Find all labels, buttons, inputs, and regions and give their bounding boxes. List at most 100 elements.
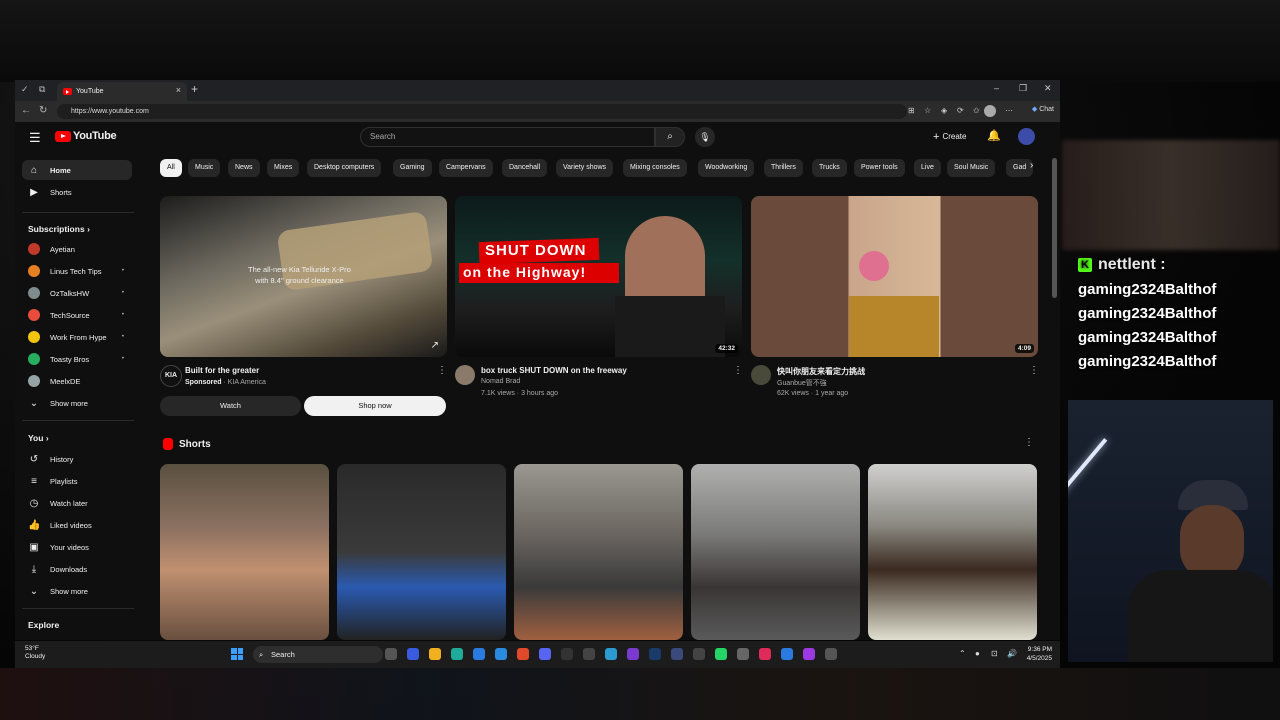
chip[interactable]: News bbox=[228, 159, 260, 177]
app-icon[interactable] bbox=[627, 648, 639, 660]
more-options-icon[interactable]: ⋮ bbox=[437, 365, 447, 376]
chip[interactable]: Mixes bbox=[267, 159, 300, 177]
collections-icon[interactable]: ✩ bbox=[973, 106, 980, 115]
sidebar-item-subscription[interactable]: Work From Hype • bbox=[22, 327, 132, 347]
sidebar-item-subscription[interactable]: MeelxDE bbox=[22, 371, 132, 391]
weather-widget[interactable]: 53°F Cloudy bbox=[25, 645, 45, 661]
extension-icon[interactable]: ◈ bbox=[941, 106, 947, 115]
kia-logo[interactable]: KIA bbox=[160, 365, 182, 387]
store-icon[interactable] bbox=[473, 648, 485, 660]
steam-icon[interactable] bbox=[649, 648, 661, 660]
chip[interactable]: Mixing consoles bbox=[623, 159, 687, 177]
obs-icon[interactable] bbox=[561, 648, 573, 660]
sidebar-item-subscription[interactable]: Linus Tech Tips • bbox=[22, 261, 132, 281]
app-icon[interactable] bbox=[605, 648, 617, 660]
close-window-icon[interactable]: ✕ bbox=[1044, 83, 1052, 94]
watch-button[interactable]: Watch bbox=[160, 396, 301, 416]
sidebar-item-liked-videos[interactable]: 👍 Liked videos bbox=[22, 515, 132, 535]
more-menu-icon[interactable]: ⋯ bbox=[1005, 106, 1013, 115]
profile-icon[interactable] bbox=[984, 105, 996, 117]
app-icon[interactable] bbox=[781, 648, 793, 660]
video-thumbnail[interactable]: 4:09 bbox=[751, 196, 1038, 357]
short-thumbnail[interactable] bbox=[160, 464, 329, 640]
account-avatar[interactable] bbox=[1018, 128, 1035, 145]
short-thumbnail[interactable] bbox=[337, 464, 506, 640]
more-options-icon[interactable]: ⋮ bbox=[1024, 437, 1034, 448]
shop-now-button[interactable]: Shop now bbox=[304, 396, 446, 416]
more-options-icon[interactable]: ⋮ bbox=[1029, 365, 1039, 376]
chip[interactable]: Variety shows bbox=[556, 159, 614, 177]
sidebar-item-downloads[interactable]: ⤓ Downloads bbox=[22, 559, 132, 579]
refresh-icon[interactable]: ↻ bbox=[39, 105, 47, 116]
create-button[interactable]: + Create bbox=[927, 128, 972, 146]
chip[interactable]: Desktop computers bbox=[307, 159, 382, 177]
chevron-right-icon[interactable]: › bbox=[1030, 160, 1033, 171]
app-icon[interactable] bbox=[693, 648, 705, 660]
subscriptions-heading[interactable]: Subscriptions › bbox=[28, 224, 90, 234]
checkmark-icon[interactable]: ✓ bbox=[21, 84, 29, 95]
tab-actions-icon[interactable]: ⧉ bbox=[39, 84, 45, 95]
chip-all[interactable]: All bbox=[160, 159, 182, 177]
app-icon[interactable]: ⊞ bbox=[908, 106, 915, 115]
notifications-bell-icon[interactable]: 🔔 bbox=[987, 129, 1001, 142]
taskbar-search[interactable]: ⌕ Search bbox=[253, 646, 383, 663]
chip[interactable]: Gaming bbox=[393, 159, 432, 177]
copilot-icon[interactable]: ⟳ bbox=[957, 106, 964, 115]
sidebar-show-more-you[interactable]: ⌄ Show more bbox=[22, 581, 132, 601]
channel-avatar[interactable] bbox=[455, 365, 475, 385]
chip[interactable]: Music bbox=[188, 159, 221, 177]
app-icon[interactable] bbox=[737, 648, 749, 660]
sidebar-item-subscription[interactable]: TechSource • bbox=[22, 305, 132, 325]
search-input[interactable]: Search bbox=[360, 127, 655, 147]
voice-search-button[interactable]: 🎙 bbox=[695, 127, 715, 147]
chrome-icon[interactable] bbox=[517, 648, 529, 660]
scrollbar-thumb[interactable] bbox=[1052, 158, 1057, 298]
tray-app-icon[interactable]: ● bbox=[975, 649, 980, 658]
video-title[interactable]: box truck SHUT DOWN on the freeway bbox=[481, 366, 627, 375]
short-thumbnail[interactable] bbox=[868, 464, 1037, 640]
discord-icon[interactable] bbox=[539, 648, 551, 660]
windows-start-icon[interactable] bbox=[231, 648, 243, 660]
video-title[interactable]: 快叫你朋友来看定力挑战 bbox=[777, 366, 865, 377]
chip[interactable]: Trucks bbox=[812, 159, 847, 177]
menu-icon[interactable]: ☰ bbox=[29, 130, 41, 146]
favorite-star-icon[interactable]: ☆ bbox=[924, 106, 931, 115]
ad-title[interactable]: Built for the greater bbox=[185, 366, 259, 375]
channel-avatar[interactable] bbox=[751, 365, 771, 385]
chat-button[interactable]: ◆ Chat bbox=[1032, 105, 1054, 113]
page-scrollbar[interactable] bbox=[1051, 156, 1058, 640]
restore-icon[interactable]: ❐ bbox=[1019, 83, 1027, 94]
sidebar-item-subscription[interactable]: Ayetian bbox=[22, 239, 132, 259]
short-thumbnail[interactable] bbox=[691, 464, 860, 640]
you-heading[interactable]: You › bbox=[28, 433, 49, 443]
new-tab-icon[interactable]: + bbox=[191, 82, 198, 96]
close-tab-icon[interactable]: × bbox=[176, 85, 181, 95]
chevron-up-icon[interactable]: ⌃ bbox=[959, 649, 966, 658]
tab-youtube[interactable]: YouTube × bbox=[57, 82, 187, 101]
sidebar-item-your-videos[interactable]: ▣ Your videos bbox=[22, 537, 132, 557]
volume-icon[interactable]: 🔊 bbox=[1007, 649, 1017, 658]
whatsapp-icon[interactable] bbox=[715, 648, 727, 660]
sidebar-item-watch-later[interactable]: ◷ Watch later bbox=[22, 493, 132, 513]
sidebar-item-subscription[interactable]: Toasty Bros • bbox=[22, 349, 132, 369]
video-thumbnail[interactable]: SHUT DOWN on the Highway! 42:32 bbox=[455, 196, 742, 357]
chip[interactable]: Soul Music bbox=[947, 159, 996, 177]
address-field[interactable]: https://www.youtube.com bbox=[57, 104, 907, 119]
app-icon[interactable] bbox=[583, 648, 595, 660]
sidebar-item-shorts[interactable]: ▶ Shorts bbox=[22, 182, 132, 202]
edge-icon[interactable] bbox=[451, 648, 463, 660]
mail-icon[interactable] bbox=[495, 648, 507, 660]
channel-name[interactable]: Guanbue管不強 bbox=[777, 378, 827, 388]
short-thumbnail[interactable] bbox=[514, 464, 683, 640]
app-icon[interactable] bbox=[671, 648, 683, 660]
chip[interactable]: Woodworking bbox=[698, 159, 755, 177]
chip[interactable]: Campervans bbox=[439, 159, 493, 177]
chip[interactable]: Power tools bbox=[854, 159, 905, 177]
system-clock[interactable]: 9:36 PM 4/5/2025 bbox=[1027, 645, 1052, 663]
channel-name[interactable]: Nomad Brad bbox=[481, 378, 520, 385]
app-icon[interactable] bbox=[407, 648, 419, 660]
chip[interactable]: Dancehall bbox=[502, 159, 548, 177]
app-icon[interactable] bbox=[803, 648, 815, 660]
minimize-icon[interactable]: – bbox=[994, 83, 999, 93]
sidebar-show-more[interactable]: ⌄ Show more bbox=[22, 393, 132, 413]
